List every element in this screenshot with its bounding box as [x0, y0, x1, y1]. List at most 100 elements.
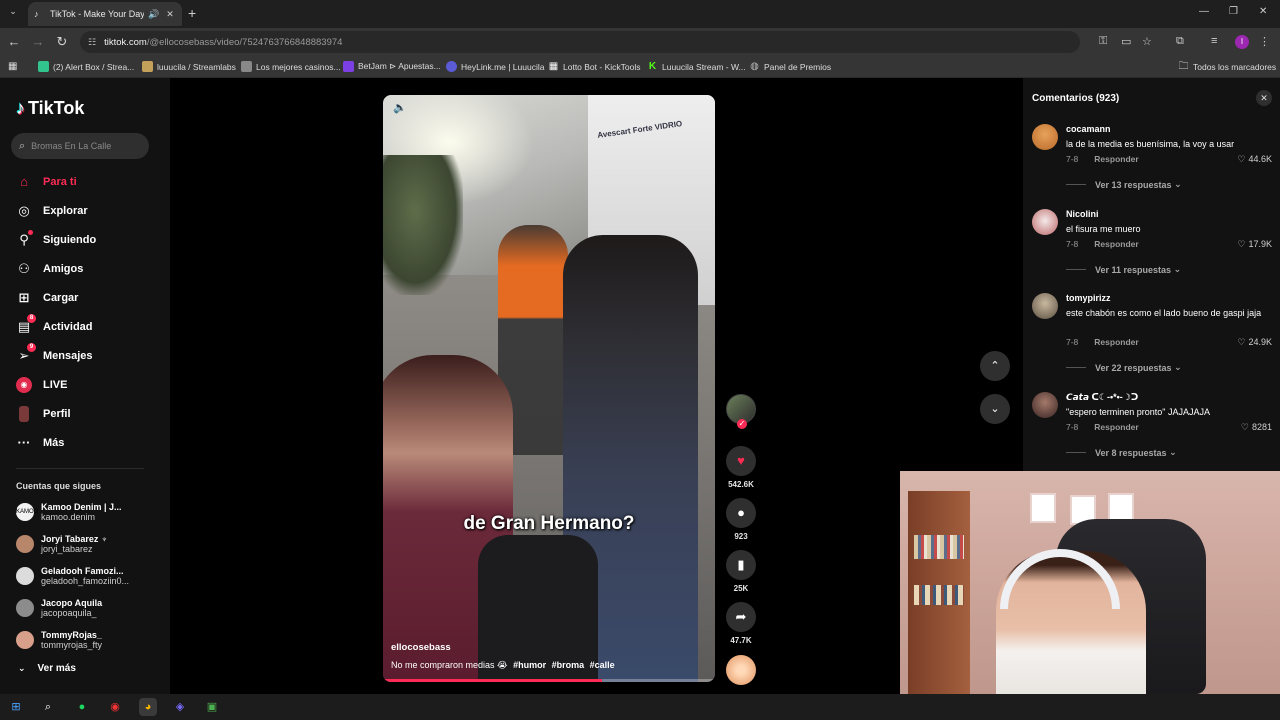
- more-options-icon[interactable]: ···: [689, 99, 704, 113]
- comment-like[interactable]: ♡ 44.6K: [1237, 154, 1272, 165]
- avatar[interactable]: [1032, 392, 1058, 418]
- volume-icon[interactable]: 🔈: [393, 101, 407, 114]
- nav-siguiendo[interactable]: ⚲ Siguiendo: [16, 230, 96, 249]
- reply-button[interactable]: Responder: [1094, 239, 1138, 249]
- like-button[interactable]: ♥ 542.6K: [726, 446, 756, 489]
- comment-button[interactable]: ● 923: [726, 498, 756, 541]
- chevron-down-icon: ⌄: [1169, 447, 1177, 457]
- extensions-icon[interactable]: ⧉: [1176, 35, 1184, 48]
- minecraft-icon[interactable]: ▣: [203, 698, 221, 716]
- comment-username[interactable]: tomypirizz: [1066, 293, 1111, 303]
- nav-mensajes[interactable]: ➢ 9 Mensajes: [16, 343, 93, 365]
- avatar[interactable]: [1032, 293, 1058, 319]
- view-replies-button[interactable]: Ver 11 respuestas ⌄: [1066, 264, 1181, 275]
- view-replies-button[interactable]: Ver 13 respuestas ⌄: [1066, 179, 1182, 190]
- comment-date: 7-8: [1066, 239, 1079, 249]
- browser-menu-icon[interactable]: ⋮: [1259, 35, 1270, 48]
- bookmark-item[interactable]: (2) Alert Box / Strea...: [38, 61, 134, 72]
- search-icon[interactable]: ⌕: [39, 698, 57, 716]
- hashtag-link[interactable]: #broma: [552, 660, 585, 670]
- bookmark-item[interactable]: luuucila / Streamlabs: [142, 61, 236, 72]
- tiktok-logo[interactable]: ♪ TikTok: [16, 98, 84, 119]
- reply-button[interactable]: Responder: [1094, 337, 1138, 347]
- close-comments-icon[interactable]: ✕: [1256, 90, 1272, 106]
- comment-username[interactable]: 𝘾𝙖𝙩𝙖 ᑕ☾-•*•-☽ᑐ: [1066, 392, 1138, 403]
- hashtag-link[interactable]: #humor: [513, 660, 546, 670]
- nav-actividad[interactable]: ▤ 8 Actividad: [16, 314, 93, 336]
- nav-mas[interactable]: ··· Más: [16, 434, 65, 452]
- nav-explorar[interactable]: ◎ Explorar: [16, 202, 87, 220]
- music-disc-icon[interactable]: [726, 655, 756, 685]
- following-account[interactable]: Joryi Tabarez ♆ joryi_tabarez: [16, 534, 108, 554]
- streamlabs-icon: [142, 61, 153, 72]
- discord-icon[interactable]: ◈: [171, 698, 189, 716]
- new-tab-icon[interactable]: +: [188, 5, 196, 21]
- view-replies-button[interactable]: Ver 8 respuestas ⌄: [1066, 447, 1177, 458]
- address-bar[interactable]: ☷ tiktok.com /@ellocosebass/video/752476…: [80, 31, 1080, 53]
- reply-button[interactable]: Responder: [1094, 422, 1138, 432]
- creator-avatar[interactable]: ✓: [726, 394, 756, 429]
- bookmark-item[interactable]: Los mejores casinos...: [241, 61, 341, 72]
- reply-button[interactable]: Responder: [1094, 154, 1138, 164]
- bookmark-item[interactable]: ◍ Panel de Premios: [749, 61, 831, 72]
- comment-like[interactable]: ♡ 8281: [1241, 422, 1272, 433]
- windows-start-icon[interactable]: ⊞: [7, 698, 25, 716]
- bookmark-item[interactable]: ▦ Lotto Bot - KickTools: [548, 61, 641, 72]
- tab-close-icon[interactable]: ✕: [164, 9, 176, 20]
- following-account[interactable]: KAMOO Kamoo Denim | J... kamoo.denim: [16, 502, 122, 522]
- comment-like[interactable]: ♡ 17.9K: [1237, 239, 1272, 250]
- tab-audio-icon[interactable]: 🔊: [148, 9, 160, 20]
- avatar[interactable]: [1032, 124, 1058, 150]
- tab-search-icon[interactable]: ⌄: [6, 6, 20, 20]
- browser-tab[interactable]: ♪ TikTok - Make Your Day 🔊 ✕: [28, 2, 182, 26]
- nav-para-ti[interactable]: ⌂ Para ti: [16, 173, 77, 191]
- video-progress-bar[interactable]: [383, 679, 715, 682]
- tiktok-sidebar: ♪ TikTok ⌕ ⌂ Para ti ◎ Explorar ⚲ Siguie…: [0, 78, 170, 694]
- tiktok-logo-icon: ♪: [16, 98, 25, 118]
- video-author[interactable]: ellocosebass: [391, 642, 451, 653]
- see-more-button[interactable]: ⌄ Ver más: [18, 663, 76, 674]
- obs-icon[interactable]: ◉: [106, 698, 124, 716]
- close-window-icon[interactable]: ✕: [1259, 6, 1267, 17]
- search-input[interactable]: [31, 141, 132, 151]
- profile-avatar-icon[interactable]: I: [1235, 35, 1249, 49]
- reading-list-icon[interactable]: ≡: [1211, 35, 1217, 47]
- bookmark-item[interactable]: HeyLink.me | Luuucila: [446, 61, 544, 72]
- previous-video-button[interactable]: ⌃: [980, 351, 1010, 381]
- site-info-icon[interactable]: ☷: [88, 37, 96, 48]
- bookmark-item[interactable]: K Luuucila Stream - W...: [647, 61, 746, 72]
- nav-perfil[interactable]: Perfil: [16, 405, 71, 423]
- comment-username[interactable]: Nicolini: [1066, 209, 1099, 219]
- save-button[interactable]: ▮ 25K: [726, 550, 756, 593]
- nav-cargar[interactable]: ⊞ Cargar: [16, 289, 79, 307]
- nav-amigos[interactable]: ⚇ Amigos: [16, 260, 83, 278]
- view-replies-button[interactable]: Ver 22 respuestas ⌄: [1066, 362, 1182, 373]
- comment-username[interactable]: cocamann: [1066, 124, 1111, 134]
- back-icon[interactable]: ←: [6, 34, 22, 49]
- hashtag-link[interactable]: #calle: [590, 660, 615, 670]
- bookmark-star-icon[interactable]: ☆: [1142, 35, 1152, 48]
- reload-icon[interactable]: ↻: [54, 34, 70, 50]
- video-player[interactable]: Avescart Forte VIDRIO 🔈 ··· de Gran Herm…: [383, 95, 715, 682]
- following-account[interactable]: TommyRojas_ tommyrojas_fty: [16, 630, 102, 650]
- share-button[interactable]: ➦ 47.7K: [726, 602, 756, 645]
- apps-grid-icon[interactable]: ▦: [8, 61, 17, 72]
- following-account[interactable]: Geladooh Famozi... geladooh_famoziin0...: [16, 566, 129, 586]
- forward-icon[interactable]: →: [30, 34, 46, 49]
- all-bookmarks-folder[interactable]: 🗀 Todos los marcadores: [1178, 61, 1277, 72]
- following-account[interactable]: Jacopo Aquila jacopoaquila_: [16, 598, 102, 618]
- spotify-icon[interactable]: ●: [73, 698, 91, 716]
- search-box[interactable]: ⌕: [11, 133, 149, 159]
- minimize-icon[interactable]: —: [1199, 6, 1209, 17]
- betjam-icon: [343, 61, 354, 72]
- password-key-icon[interactable]: ⚿: [1099, 35, 1107, 48]
- cast-icon[interactable]: ▭: [1121, 35, 1131, 48]
- avatar[interactable]: [1032, 209, 1058, 235]
- chrome-icon[interactable]: ◕: [139, 698, 157, 716]
- comment-like[interactable]: ♡ 24.9K: [1237, 337, 1272, 348]
- next-video-button[interactable]: ⌄: [980, 394, 1010, 424]
- restore-icon[interactable]: ❐: [1229, 6, 1238, 17]
- bookmark-item[interactable]: BetJam ⊳ Apuestas...: [343, 61, 441, 72]
- nav-live[interactable]: ◉ LIVE: [16, 376, 67, 394]
- follow-plus-icon[interactable]: ✓: [737, 419, 747, 429]
